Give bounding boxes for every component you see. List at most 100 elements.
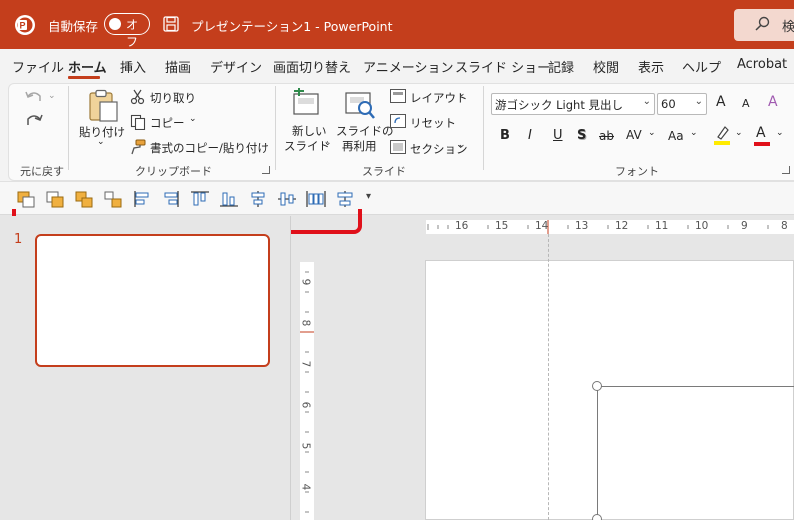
selected-placeholder[interactable] [597, 386, 794, 520]
chevron-down-icon: ⌄ [694, 96, 703, 107]
autosave-toggle[interactable]: オフ [104, 13, 150, 49]
tab-view[interactable]: 表示 [638, 57, 664, 76]
powerpoint-logo-icon: P [15, 15, 35, 35]
change-case-button[interactable]: Aa [668, 129, 684, 143]
copy-dropdown-icon[interactable]: ⌄ [189, 114, 197, 124]
clipboard-launcher-icon[interactable] [262, 166, 270, 174]
slide-thumbnail[interactable] [35, 234, 270, 367]
layout-dropdown-icon[interactable]: ⌄ [458, 89, 466, 99]
tab-animations[interactable]: アニメーション [363, 57, 453, 76]
case-dropdown-icon[interactable]: ⌄ [690, 128, 698, 138]
ribbon-tabs: ファイル ホーム 挿入 描画 デザイン 画面切り替え アニメーション スライド … [0, 49, 794, 80]
group-separator [483, 86, 484, 170]
clear-format-icon[interactable]: A [768, 94, 778, 110]
ruler-label: 6 [299, 401, 312, 409]
ruler-label: 5 [299, 442, 312, 450]
send-to-back-icon[interactable] [103, 190, 123, 208]
new-slide-dropdown-icon[interactable]: ⌄ [324, 138, 332, 148]
tab-home[interactable]: ホーム [68, 57, 107, 76]
search-box[interactable]: 検 [734, 9, 794, 41]
distribute-columns-icon[interactable] [306, 190, 326, 208]
reset-icon[interactable] [390, 114, 406, 128]
bring-forward-icon[interactable] [45, 190, 65, 208]
toggle-state: オフ [126, 18, 139, 49]
reset-label[interactable]: リセット [410, 115, 456, 131]
reuse-slides-icon[interactable] [344, 88, 376, 120]
active-tab-indicator [68, 76, 100, 79]
tab-file[interactable]: ファイル [12, 57, 64, 76]
save-icon[interactable] [163, 16, 179, 32]
align-left-icon[interactable] [132, 190, 152, 208]
redo-icon[interactable] [24, 112, 44, 130]
grow-font-icon[interactable]: A [716, 94, 726, 110]
italic-button[interactable]: I [528, 128, 532, 143]
ruler-label: 15 [495, 220, 509, 232]
format-painter-icon[interactable] [130, 139, 146, 155]
ruler-label: 13 [575, 220, 589, 232]
shadow-button[interactable]: S [577, 128, 586, 143]
shrink-font-icon[interactable]: A [742, 97, 750, 110]
bring-to-front-icon[interactable] [16, 190, 36, 208]
horizontal-ruler[interactable]: 16 15 14 13 12 11 10 9 8 [426, 220, 794, 234]
ruler-label: 4 [299, 483, 312, 491]
ruler-label: 11 [655, 220, 669, 232]
copy-label[interactable]: コピー [150, 115, 185, 131]
customize-toolbar-icon[interactable]: ▾ [366, 191, 371, 202]
format-painter-label[interactable]: 書式のコピー/貼り付け [150, 140, 269, 156]
highlight-dropdown-icon[interactable]: ⌄ [735, 128, 743, 138]
paste-dropdown-icon[interactable]: ⌄ [97, 137, 105, 147]
font-name-combo[interactable]: 游ゴシック Light 見出し ⌄ [491, 93, 655, 115]
undo-icon[interactable] [24, 88, 44, 106]
font-size-combo[interactable]: 60 ⌄ [657, 93, 707, 115]
align-top-icon[interactable] [190, 190, 210, 208]
copy-icon[interactable] [130, 114, 146, 130]
font-launcher-icon[interactable] [782, 166, 790, 174]
chevron-down-icon: ⌄ [642, 96, 651, 107]
underline-button[interactable]: U [553, 128, 563, 143]
ruler-label: 9 [741, 220, 748, 232]
pane-divider[interactable] [290, 216, 291, 520]
tab-draw[interactable]: 描画 [165, 57, 191, 76]
distribute-vertical-icon[interactable] [335, 190, 355, 208]
reuse-slides-label-1[interactable]: スライドの [336, 123, 394, 139]
character-spacing-button[interactable]: AV [626, 128, 642, 142]
bold-button[interactable]: B [500, 128, 510, 143]
distribute-horizontal-icon[interactable] [277, 190, 297, 208]
vertical-ruler-ticks [300, 271, 314, 513]
tab-insert[interactable]: 挿入 [120, 57, 146, 76]
align-center-icon[interactable] [248, 190, 268, 208]
ruler-label: 14 [535, 220, 549, 232]
undo-dropdown-icon[interactable]: ⌄ [48, 91, 56, 101]
spacing-dropdown-icon[interactable]: ⌄ [648, 128, 656, 138]
paste-icon[interactable] [86, 89, 120, 123]
resize-handle[interactable] [592, 514, 602, 520]
tab-acrobat[interactable]: Acrobat [737, 57, 787, 72]
cut-icon[interactable] [130, 89, 146, 105]
tab-review[interactable]: 校閲 [593, 57, 619, 76]
title-bar: P 自動保存 オフ プレゼンテーション1 - PowerPoint 検 [0, 0, 794, 49]
new-slide-icon[interactable] [290, 88, 322, 120]
cut-label[interactable]: 切り取り [150, 90, 196, 106]
align-right-icon[interactable] [161, 190, 181, 208]
ruler-label: 8 [299, 319, 312, 327]
reuse-slides-label-2[interactable]: 再利用 [342, 138, 377, 154]
group-separator [68, 86, 69, 170]
resize-handle[interactable] [592, 381, 602, 391]
ruler-label: 9 [299, 278, 312, 286]
font-color-icon[interactable]: A [756, 125, 766, 141]
new-slide-label-1[interactable]: 新しい [292, 123, 327, 139]
font-color-dropdown-icon[interactable]: ⌄ [776, 128, 784, 138]
align-bottom-icon[interactable] [219, 190, 239, 208]
tab-help[interactable]: ヘルプ [682, 57, 721, 76]
tab-transitions[interactable]: 画面切り替え [273, 57, 351, 76]
vertical-ruler[interactable]: 9 8 7 6 5 4 [299, 262, 314, 520]
strikethrough-button[interactable]: ab [599, 129, 614, 143]
tab-slideshow[interactable]: スライド ショー [455, 57, 550, 76]
tab-design[interactable]: デザイン [210, 57, 262, 76]
section-icon[interactable] [390, 140, 406, 154]
section-dropdown-icon[interactable]: ⌄ [458, 140, 466, 150]
highlight-icon[interactable] [713, 125, 731, 145]
layout-icon[interactable] [390, 89, 406, 103]
tab-record[interactable]: 記録 [548, 57, 574, 76]
send-backward-icon[interactable] [74, 190, 94, 208]
